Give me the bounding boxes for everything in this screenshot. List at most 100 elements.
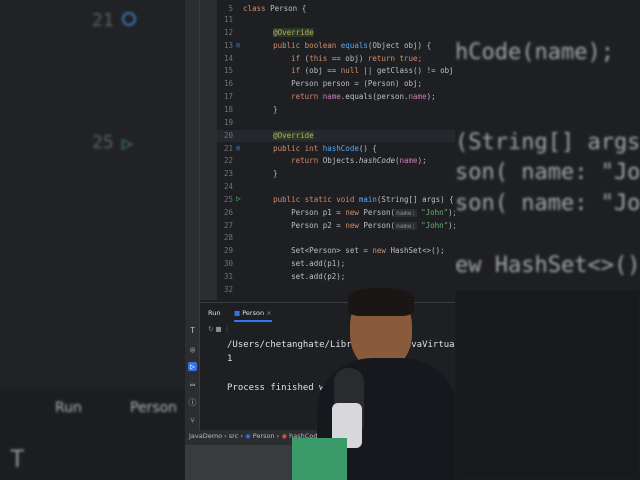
line-number: 28 [223,233,233,243]
code-line: @Override [255,130,314,140]
presenter-video [292,288,455,480]
code-token: Person( [363,220,395,230]
code-token: Set<Person> set = [255,246,373,256]
code-editor[interactable]: 5 class Person {11 12 @Override 13 ◎ public … [217,0,455,300]
code-token: main [358,194,377,204]
line-number: 21 [223,143,233,153]
override-icon[interactable]: ◎ [236,144,240,152]
code-token: new [345,220,364,230]
code-token: name: [394,221,417,230]
code-text: son( name: "John"); [455,191,640,216]
code-token: } [255,169,278,179]
code-token: || getClass() != obj. [358,66,455,76]
code-token: Person p1 = [255,207,346,217]
code-line: Person p2 = new Person(name: "John"); [255,221,455,230]
code-token: Person( [363,207,395,217]
line-number: 22 [223,156,233,166]
line-number: 16 [223,79,233,89]
code-token: () { [358,143,377,153]
class-icon: ■ [234,309,243,317]
breadcrumb-item[interactable]: JavaDemo [189,432,222,440]
git-icon[interactable]: ⑂ [188,416,197,425]
services-icon[interactable]: ◎ [188,345,197,354]
line-number: 11 [223,15,233,24]
code-token: name [322,92,341,102]
code-line: public boolean equals(Object obj) { [255,41,431,50]
code-line: Set<Person> set = new HashSet<>(); [255,246,445,255]
run-gutter-icon: ▷ [122,133,133,154]
code-token: return [291,156,323,166]
tab-label: Person [242,309,265,317]
line-number: 25 [92,132,114,153]
terminal-icon[interactable]: ▭ [188,380,197,389]
code-token: Person person = (Person) obj; [255,79,423,89]
run-gutter-icon[interactable]: ▷ [236,194,241,203]
tab-person[interactable]: ■ Person × [234,309,272,322]
code-token: ); [426,92,436,102]
tab-label: Person [130,400,178,416]
close-icon[interactable]: × [266,309,271,317]
code-token: class [243,4,271,13]
code-token: name: [394,208,417,217]
code-token: return [291,92,323,102]
run-icon[interactable]: ▷ [188,362,197,371]
code-token: @Override [273,130,314,140]
code-line: public int hashCode() { [255,144,377,153]
line-number: 19 [223,117,233,127]
code-line: set.add(p2); [255,272,345,281]
code-token: == obj) [327,53,368,63]
code-token: if [291,53,305,63]
breadcrumb-item[interactable]: Person [253,432,275,440]
code-line: Person p1 = new Person(name: "John"); [255,208,455,217]
blurred-background-left: 21 25 ▷ Run Person T [0,0,185,480]
code-line: public static void main(String[] args) { [255,195,454,204]
code-text: (String[] args) { [455,130,640,155]
run-panel-title: Run [208,309,221,317]
code-token: set.add(p2); [255,272,346,281]
code-token: ); [417,156,427,166]
code-line: } [255,105,278,114]
code-token: ); [448,207,455,217]
build-icon[interactable]: T [188,326,197,335]
code-token: name [399,156,418,166]
breadcrumb-item[interactable]: src [229,432,239,440]
tool-window-strip: T ◎ ▷ ▭ ⓘ ⑂ [185,0,200,445]
code-token: set.add(p1); [255,259,346,269]
code-text: son( name: "John"); [455,160,640,185]
code-line: if (this == obj) return true; [255,54,422,63]
sticky-class-header: class Person { [243,4,306,13]
override-icon[interactable]: ◎ [236,41,240,49]
line-number: 24 [223,182,233,192]
run-label: Run [55,400,82,416]
code-token: if [291,66,305,76]
code-token: } [255,104,278,114]
code-token: ; [417,53,423,63]
line-number: 30 [223,259,233,269]
code-token: (Object obj) { [367,40,432,50]
code-token: name [408,92,427,102]
line-number: 18 [223,104,233,114]
line-number: 20 [223,130,233,140]
line-number: 23 [223,169,233,179]
code-line: if (obj == null || getClass() != obj. [255,66,455,75]
line-number: 32 [223,284,233,294]
rerun-icon[interactable]: ↻ ■ ⋮ [208,325,230,333]
line-number: 31 [223,272,233,281]
code-token: @Override [273,27,314,37]
project-panel [200,0,217,300]
code-token: Person p2 = [255,220,346,230]
code-line: } [255,169,278,178]
code-token: return true [367,53,418,63]
code-token: new [345,207,364,217]
problems-icon[interactable]: ⓘ [188,398,197,407]
line-number: 12 [223,27,233,37]
code-line: return name.equals(person.name); [255,92,436,101]
code-token: this [309,53,328,63]
code-token: hashCode [358,156,395,166]
